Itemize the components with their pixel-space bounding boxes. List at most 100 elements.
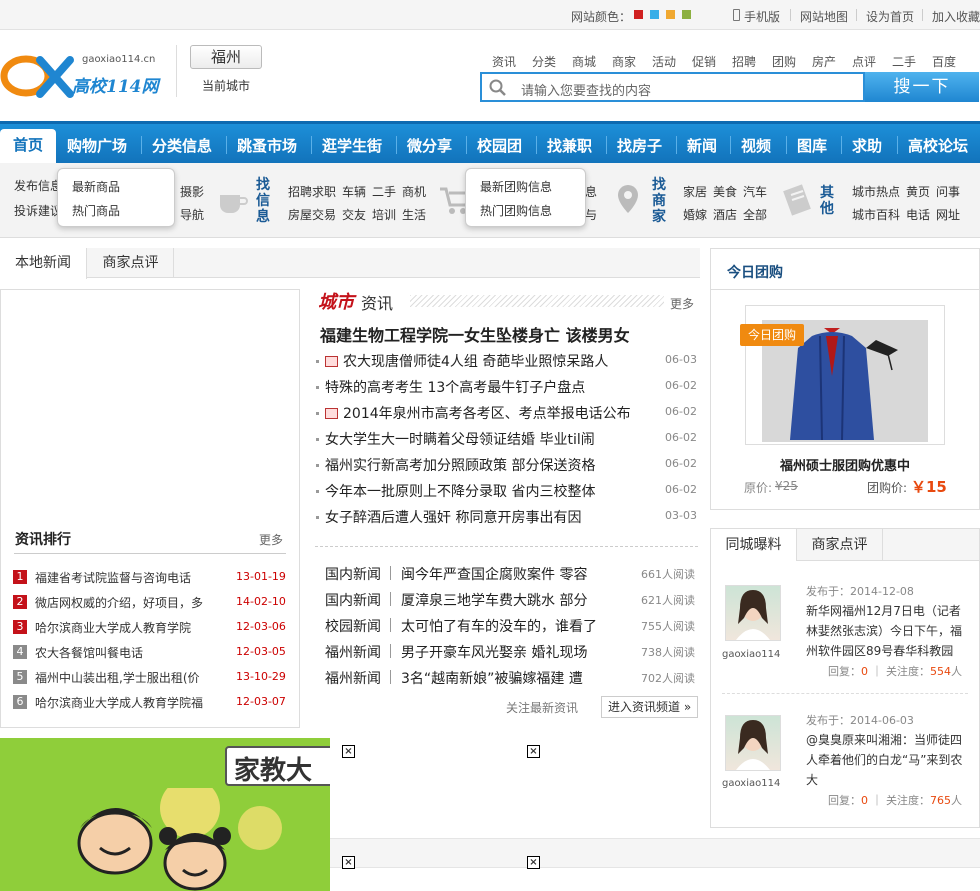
quick-link[interactable]: 商家 <box>612 53 636 70</box>
quick-link[interactable]: 活动 <box>652 53 676 70</box>
color-swatch-blue[interactable] <box>650 10 659 19</box>
color-swatch-green[interactable] <box>682 10 691 19</box>
subnav-link[interactable]: 生活 <box>402 206 426 223</box>
color-swatch-red[interactable] <box>634 10 643 19</box>
subnav-link[interactable]: 培训 <box>372 206 396 223</box>
groupbuy-product-name[interactable]: 福州硕士服团购优惠中 <box>780 455 910 474</box>
report-text[interactable]: @臭臭原来叫湘湘：当师徒四人牵着他们的白龙“马”来到农大 <box>806 730 966 790</box>
subnav-link[interactable]: 与 <box>585 206 597 223</box>
nav-item[interactable]: 微分享 <box>407 135 452 156</box>
nav-item[interactable]: 视频 <box>741 135 771 156</box>
rank-item-title[interactable]: 农大各餐馆叫餐电话 <box>35 644 207 661</box>
subnav-link[interactable]: 城市热点 <box>852 183 900 200</box>
subnav-link[interactable]: 二手 <box>372 183 396 200</box>
news-item[interactable]: 女大学生大一时瞒着父母领证结婚 毕业til闹 <box>325 429 595 449</box>
rank-item-title[interactable]: 哈尔滨商业大学成人教育学院福 <box>35 694 207 711</box>
rank-item-title[interactable]: 福州中山装出租,学士服出租(价 <box>35 669 207 686</box>
report-user[interactable]: gaoxiao114 <box>722 778 780 789</box>
rank-more-link[interactable]: 更多 <box>259 531 283 548</box>
city-selector[interactable]: 福州 <box>190 45 262 69</box>
quick-link[interactable]: 团购 <box>772 53 796 70</box>
subnav-link[interactable]: 城市百科 <box>852 206 900 223</box>
news-title[interactable]: 厦漳泉三地学车费大跳水 部分 <box>401 590 601 610</box>
news-category[interactable]: 校园新闻 <box>325 616 381 636</box>
avatar[interactable] <box>725 585 781 641</box>
news-item[interactable]: 福州实行新高考加分照顾政策 部分保送资格 <box>325 455 595 475</box>
color-swatch-orange[interactable] <box>666 10 675 19</box>
news-item[interactable]: 今年本一批原则上不降分录取 省内三校整体 <box>325 481 595 501</box>
subnav-link[interactable]: 电话 <box>906 206 930 223</box>
subnav-link[interactable]: 招聘求职 <box>288 183 336 200</box>
subnav-link[interactable]: 交友 <box>342 206 366 223</box>
nav-item[interactable]: 找房子 <box>617 135 662 156</box>
subnav-link[interactable]: 汽车 <box>743 183 767 200</box>
nav-item[interactable]: 高校论坛 <box>908 135 968 156</box>
subnav-link[interactable]: 房屋交易 <box>288 206 336 223</box>
subnav-link[interactable]: 问事 <box>936 183 960 200</box>
news-title[interactable]: 3名“越南新娘”被骗嫁福建 遭 <box>401 668 601 688</box>
news-category[interactable]: 国内新闻 <box>325 590 381 610</box>
subnav-link[interactable]: 车辆 <box>342 183 366 200</box>
site-logo[interactable]: gaoxiao114.cn 高校114网 <box>0 50 170 102</box>
dropdown-item[interactable]: 最新商品 <box>72 178 120 195</box>
tab-city-reports[interactable]: 同城曝料 <box>711 529 797 561</box>
dropdown-item[interactable]: 热门商品 <box>72 202 120 219</box>
subnav-link[interactable]: 网址 <box>936 206 960 223</box>
news-title[interactable]: 太可怕了有车的没车的，谁看了 <box>401 616 601 636</box>
quick-link[interactable]: 百度 <box>932 53 956 70</box>
subnav-link[interactable]: 摄影 <box>180 183 204 200</box>
nav-item[interactable]: 找兼职 <box>547 135 592 156</box>
news-item[interactable]: 特殊的高考考生 13个高考最牛钉子户盘点 <box>325 377 585 397</box>
quick-link[interactable]: 点评 <box>852 53 876 70</box>
dropdown-item[interactable]: 最新团购信息 <box>480 178 552 195</box>
news-item[interactable]: 2014年泉州市高考各考区、考点举报电话公布 <box>325 403 631 423</box>
enter-news-channel-button[interactable]: 进入资讯频道 » <box>601 696 699 718</box>
subnav-link[interactable]: 商机 <box>402 183 426 200</box>
nav-item[interactable]: 求助 <box>852 135 882 156</box>
quick-link[interactable]: 二手 <box>892 53 916 70</box>
news-item[interactable]: 女子醉酒后遭人强奸 称同意开房事出有因 <box>325 507 581 527</box>
city-news-more-link[interactable]: 更多 <box>670 295 694 312</box>
set-homepage-link[interactable]: 设为首页 <box>866 8 914 25</box>
nav-home[interactable]: 首页 <box>0 129 56 165</box>
rank-item-title[interactable]: 福建省考试院监督与咨询电话 <box>35 569 207 586</box>
subnav-link[interactable]: 酒店 <box>713 206 737 223</box>
report-user[interactable]: gaoxiao114 <box>722 649 780 660</box>
news-category[interactable]: 国内新闻 <box>325 564 381 584</box>
nav-item[interactable]: 购物广场 <box>67 135 127 156</box>
quick-link[interactable]: 促销 <box>692 53 716 70</box>
rank-item-title[interactable]: 微店网权威的介绍，好项目，多 <box>35 594 207 611</box>
tab-local-news[interactable]: 本地新闻 <box>0 248 87 279</box>
quick-link[interactable]: 商城 <box>572 53 596 70</box>
quick-link[interactable]: 分类 <box>532 53 556 70</box>
nav-item[interactable]: 分类信息 <box>152 135 212 156</box>
groupbuy-product-image[interactable]: 今日团购 <box>740 305 945 445</box>
news-category[interactable]: 福州新闻 <box>325 642 381 662</box>
add-favorite-link[interactable]: 加入收藏 <box>932 8 980 25</box>
nav-item[interactable]: 校园团 <box>477 135 522 156</box>
headline[interactable]: 福建生物工程学院一女生坠楼身亡 该楼男女 <box>320 322 630 346</box>
rank-item-title[interactable]: 哈尔滨商业大学成人教育学院 <box>35 619 207 636</box>
quick-link[interactable]: 房产 <box>812 53 836 70</box>
subnav-link[interactable]: 家居 <box>683 183 707 200</box>
avatar[interactable] <box>725 715 781 771</box>
quick-link[interactable]: 资讯 <box>492 53 516 70</box>
news-title[interactable]: 闽今年严查国企腐败案件 零容 <box>401 564 601 584</box>
quick-link[interactable]: 招聘 <box>732 53 756 70</box>
mobile-link[interactable]: 手机版 <box>744 8 780 25</box>
news-category[interactable]: 福州新闻 <box>325 668 381 688</box>
subnav-link[interactable]: 婚嫁 <box>683 206 707 223</box>
report-text[interactable]: 新华网福州12月7日电（记者林婓然张志滨）今日下午，福州软件园区89号春华科教园 <box>806 601 966 661</box>
nav-item[interactable]: 逛学生街 <box>322 135 382 156</box>
subnav-link[interactable]: 发布信息 <box>14 177 62 194</box>
tab-merchant-review[interactable]: 商家点评 <box>797 529 883 561</box>
search-input[interactable]: 请输入您要查找的内容 <box>480 72 865 102</box>
nav-item[interactable]: 图库 <box>797 135 827 156</box>
subnav-link[interactable]: 全部 <box>743 206 767 223</box>
subnav-link[interactable]: 美食 <box>713 183 737 200</box>
subnav-link[interactable]: 黄页 <box>906 183 930 200</box>
nav-item[interactable]: 跳蚤市场 <box>237 135 297 156</box>
news-item[interactable]: 农大现唐僧师徒4人组 奇葩毕业照惊呆路人 <box>325 351 608 371</box>
news-title[interactable]: 男子开豪车风光娶亲 婚礼现场 <box>401 642 601 662</box>
dropdown-item[interactable]: 热门团购信息 <box>480 202 552 219</box>
